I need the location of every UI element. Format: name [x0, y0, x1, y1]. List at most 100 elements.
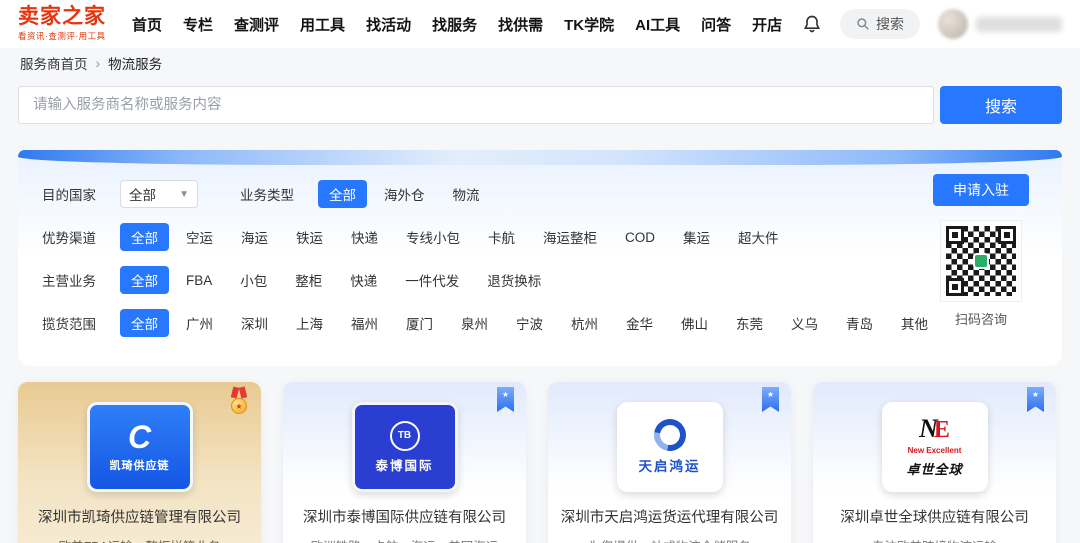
filter-chip[interactable]: 全部 — [120, 266, 169, 294]
filter-chip[interactable]: 全部 — [120, 223, 169, 251]
filter-chip[interactable]: 泉州 — [450, 309, 499, 337]
certified-badge-icon: ★ — [1027, 387, 1044, 412]
apply-join-button[interactable]: 申请入驻 — [933, 174, 1029, 206]
pickup-range-chips: 全部广州深圳上海福州厦门泉州宁波杭州金华佛山东莞义乌青岛其他 — [120, 309, 939, 337]
filter-row-channel: 优势渠道 全部空运海运铁运快递专线小包卡航海运整柜 COD 集运超大件 — [42, 223, 1038, 251]
nav-item[interactable]: 查测评 — [234, 14, 279, 35]
topnav-search-label: 搜索 — [876, 14, 904, 34]
site-logo-title: 卖家之家 — [18, 6, 106, 28]
nav-item[interactable]: AI工具 — [635, 14, 680, 35]
filter-chip[interactable]: 整柜 — [284, 266, 333, 294]
zhuoshi-logo-icon: NE — [919, 416, 950, 442]
channel-filter-label: 优势渠道 — [42, 227, 104, 247]
nav-item[interactable]: TK学院 — [564, 14, 614, 35]
username-redacted — [976, 17, 1062, 32]
provider-name[interactable]: 深圳市天启鸿运货运代理有限公司 — [551, 506, 789, 527]
avatar — [938, 9, 968, 39]
nav-item[interactable]: 专栏 — [183, 14, 213, 35]
business-type-filter-label: 业务类型 — [240, 184, 302, 204]
nav-item[interactable]: 问答 — [701, 14, 731, 35]
filter-chip[interactable]: 上海 — [285, 309, 334, 337]
breadcrumb: 服务商首页 › 物流服务 — [0, 48, 1080, 78]
search-icon — [856, 17, 870, 31]
panel-side: 申请入驻 扫码咨询 — [922, 174, 1040, 328]
topnav-right: 搜索 — [802, 9, 1062, 39]
tianqi-logo-icon — [647, 413, 692, 458]
filter-chip[interactable]: 佛山 — [670, 309, 719, 337]
filter-chip[interactable]: 快递 — [339, 266, 388, 294]
filter-chip[interactable]: 物流 — [442, 180, 491, 208]
filter-chip[interactable]: 海运 — [230, 223, 279, 251]
filter-chip[interactable]: 宁波 — [505, 309, 554, 337]
filter-chip[interactable]: 东莞 — [725, 309, 774, 337]
taibo-logo-text: 泰博国际 — [375, 455, 433, 474]
filter-chip[interactable]: 杭州 — [560, 309, 609, 337]
filter-chip[interactable]: 超大件 — [727, 223, 790, 251]
filter-chip[interactable]: 深圳 — [230, 309, 279, 337]
filter-chip[interactable]: 集运 — [672, 223, 721, 251]
nav-item[interactable]: 用工具 — [300, 14, 345, 35]
filter-chip[interactable]: 厦门 — [395, 309, 444, 337]
provider-name[interactable]: 深圳市泰博国际供应链有限公司 — [293, 506, 516, 527]
user-menu[interactable] — [938, 9, 1062, 39]
filter-chip[interactable]: 小包 — [229, 266, 278, 294]
provider-desc: 为您提供一站式物流仓储服务 — [588, 536, 751, 543]
kaiqi-logo-text: 凯琦供应链 — [110, 457, 170, 473]
wechat-icon — [973, 253, 989, 269]
filter-row-country-type: 目的国家 全部 ▼ 业务类型 全部海外仓物流 — [42, 180, 1038, 208]
nav-item[interactable]: 首页 — [132, 14, 162, 35]
filter-chip[interactable]: 金华 — [615, 309, 664, 337]
site-logo[interactable]: 卖家之家 看资讯·查测评·用工具 — [18, 6, 106, 41]
chevron-down-icon: ▼ — [179, 189, 189, 200]
country-select[interactable]: 全部 ▼ — [120, 180, 198, 208]
main-business-chips: 全部 FBA 小包整柜快递一件代发退货换标 — [120, 266, 552, 294]
nav-item[interactable]: 找供需 — [498, 14, 543, 35]
filter-chip[interactable]: 卡航 — [477, 223, 526, 251]
topnav-search[interactable]: 搜索 — [840, 9, 920, 39]
pickup-range-filter-label: 揽货范围 — [42, 313, 104, 333]
provider-search-input[interactable] — [18, 86, 934, 124]
filter-chip[interactable]: COD — [614, 226, 666, 249]
filter-chip[interactable]: 一件代发 — [394, 266, 470, 294]
kaiqi-logo-icon: C — [128, 421, 151, 453]
filter-chip[interactable]: 广州 — [175, 309, 224, 337]
filter-chip[interactable]: 福州 — [340, 309, 389, 337]
certified-badge-icon: ★ — [762, 387, 779, 412]
provider-desc: 欧美FBA运输、整柜拼箱业务 — [59, 536, 221, 543]
provider-name[interactable]: 深圳市凯琦供应链管理有限公司 — [28, 506, 251, 527]
filter-chip[interactable]: 专线小包 — [395, 223, 471, 251]
main-nav: 首页专栏查测评用工具找活动找服务找供需 TK学院 AI工具问答开店 — [132, 14, 782, 35]
filter-chip[interactable]: 空运 — [175, 223, 224, 251]
filter-chip[interactable]: 全部 — [120, 309, 169, 337]
breadcrumb-home[interactable]: 服务商首页 — [20, 53, 88, 73]
filter-chip[interactable]: 青岛 — [835, 309, 884, 337]
filter-panel: 目的国家 全部 ▼ 业务类型 全部海外仓物流 优势渠道 全部空运海运铁运快递专线… — [18, 150, 1062, 366]
filter-chip[interactable]: 快递 — [340, 223, 389, 251]
notification-bell-icon[interactable] — [802, 14, 822, 34]
qr-code — [940, 220, 1022, 302]
channel-chips: 全部空运海运铁运快递专线小包卡航海运整柜 COD 集运超大件 — [120, 223, 790, 251]
nav-item[interactable]: 找活动 — [366, 14, 411, 35]
provider-card[interactable]: ★ NE New Excellent 卓世全球 深圳卓世全球供应链有限公司 专注… — [813, 382, 1056, 543]
provider-card[interactable]: ★ 天启鸿运 深圳市天启鸿运货运代理有限公司 为您提供一站式物流仓储服务 — [548, 382, 791, 543]
provider-card[interactable]: ★ TB 泰博国际 深圳市泰博国际供应链有限公司 欧洲铁路，卡航，海运，美国海运 — [283, 382, 526, 543]
taibo-logo: TB 泰博国际 — [352, 402, 458, 492]
filter-chip[interactable]: 铁运 — [285, 223, 334, 251]
provider-card[interactable]: ★ C 凯琦供应链 深圳市凯琦供应链管理有限公司 欧美FBA运输、整柜拼箱业务 — [18, 382, 261, 543]
filter-chip[interactable]: 全部 — [318, 180, 367, 208]
provider-name[interactable]: 深圳卓世全球供应链有限公司 — [830, 506, 1039, 527]
certified-badge-icon: ★ — [497, 387, 514, 412]
nav-item[interactable]: 找服务 — [432, 14, 477, 35]
search-button[interactable]: 搜索 — [940, 86, 1062, 124]
filter-chip[interactable]: 义乌 — [780, 309, 829, 337]
zhuoshi-logo-subtext: New Excellent — [908, 446, 962, 455]
filter-chip[interactable]: 退货换标 — [476, 266, 552, 294]
main-business-filter-label: 主营业务 — [42, 270, 104, 290]
top-navigation: 卖家之家 看资讯·查测评·用工具 首页专栏查测评用工具找活动找服务找供需 TK学院… — [0, 0, 1080, 48]
provider-desc: 欧洲铁路，卡航，海运，美国海运 — [311, 536, 499, 543]
filter-chip[interactable]: 海运整柜 — [532, 223, 608, 251]
nav-item[interactable]: 开店 — [752, 14, 782, 35]
zhuoshi-logo-text: 卓世全球 — [906, 459, 962, 478]
filter-chip[interactable]: 海外仓 — [373, 180, 436, 208]
filter-chip[interactable]: FBA — [175, 269, 223, 292]
